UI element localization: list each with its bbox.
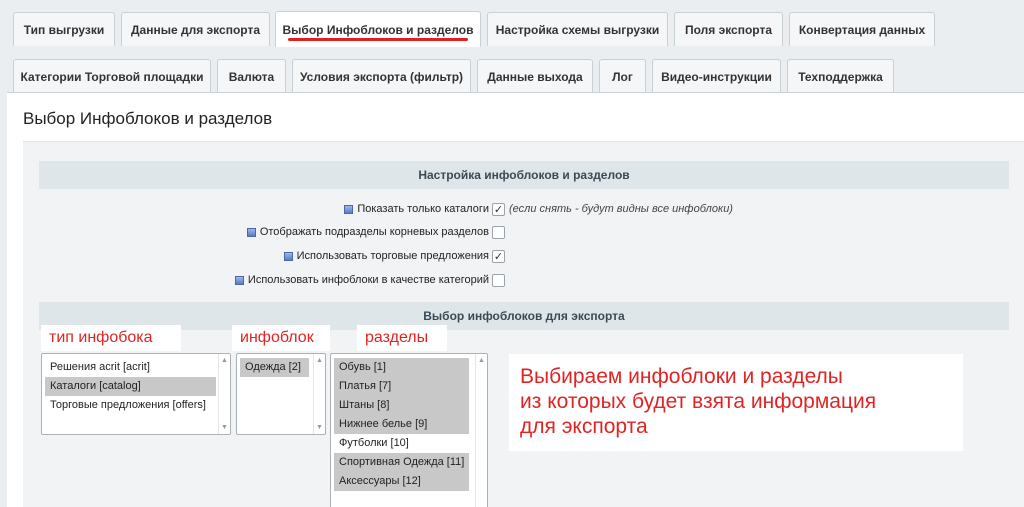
tab-bar-secondary: Категории Торговой площадки Валюта Услов… bbox=[0, 59, 1024, 93]
list-item[interactable]: Каталоги [catalog] bbox=[45, 377, 216, 396]
tab-export-fields[interactable]: Поля экспорта bbox=[674, 12, 783, 46]
tab-log[interactable]: Лог bbox=[599, 59, 646, 93]
settings-area: Настройка инфоблоков и разделов Показать… bbox=[23, 141, 1024, 507]
tab-marketplace-categories[interactable]: Категории Торговой площадки bbox=[13, 59, 211, 93]
iblock-type-listbox[interactable]: Решения acrit [acrit] Каталоги [catalog]… bbox=[41, 353, 231, 435]
tab-label: Тип выгрузки bbox=[23, 22, 105, 37]
annotation-sections: разделы bbox=[357, 325, 447, 351]
option-only-catalogs: Показать только каталоги bbox=[344, 200, 489, 218]
help-icon[interactable] bbox=[234, 275, 244, 285]
tab-label: Категории Торговой площадки bbox=[20, 69, 204, 84]
tab-label: Настройка схемы выгрузки bbox=[495, 22, 660, 37]
option-show-subsections: Отображать подразделы корневых разделов bbox=[246, 223, 489, 241]
scroll-down-icon[interactable]: ▼ bbox=[221, 424, 228, 431]
section-title: Настройка инфоблоков и разделов bbox=[418, 168, 630, 182]
tab-export-type[interactable]: Тип выгрузки bbox=[13, 12, 115, 46]
callout-line: Выбираем инфоблоки и разделы bbox=[520, 365, 843, 388]
tab-currency[interactable]: Валюта bbox=[217, 59, 286, 93]
annotation-iblock: инфоблок bbox=[232, 325, 330, 351]
section-header-iblock-export: Выбор инфоблоков для экспорта bbox=[39, 302, 1009, 330]
section-header-iblock-settings: Настройка инфоблоков и разделов bbox=[39, 161, 1009, 189]
tab-label: Поля экспорта bbox=[684, 22, 773, 37]
scrollbar[interactable]: ▲ ▼ bbox=[218, 354, 230, 434]
tab-label: Данные для экспорта bbox=[131, 22, 260, 37]
tab-output-data[interactable]: Данные выхода bbox=[477, 59, 593, 93]
tab-label: Лог bbox=[612, 69, 633, 84]
instruction-callout: Выбираем инфоблоки и разделы из которых … bbox=[509, 354, 963, 451]
only-catalogs-hint: (если снять - будут видны все инфоблоки) bbox=[509, 203, 733, 215]
sections-listbox[interactable]: Обувь [1] Платья [7] Штаны [8] Нижнее бе… bbox=[330, 353, 488, 507]
iblocks-as-categories-checkbox[interactable] bbox=[492, 274, 505, 287]
tab-iblock-selection[interactable]: Выбор Инфоблоков и разделов bbox=[275, 11, 481, 47]
iblock-listbox[interactable]: Одежда [2] ▲ ▼ bbox=[236, 353, 326, 435]
tab-label: Видео-инструкции bbox=[661, 69, 772, 84]
page-title: Выбор Инфоблоков и разделов bbox=[23, 109, 273, 128]
list-item[interactable]: Одежда [2] bbox=[240, 358, 309, 377]
list-item[interactable]: Футболки [10] bbox=[334, 434, 487, 453]
tab-label: Валюта bbox=[228, 69, 275, 84]
only-catalogs-checkbox[interactable]: ✓ bbox=[492, 203, 505, 216]
section-title: Выбор инфоблоков для экспорта bbox=[423, 309, 625, 323]
tab-video-instructions[interactable]: Видео-инструкции bbox=[652, 59, 781, 93]
tab-export-filter[interactable]: Условия экспорта (фильтр) bbox=[292, 59, 471, 93]
list-item[interactable]: Платья [7] bbox=[334, 377, 469, 396]
option-label: Отображать подразделы корневых разделов bbox=[259, 226, 489, 238]
tab-support[interactable]: Техподдержка bbox=[787, 59, 894, 93]
list-item[interactable]: Нижнее белье [9] bbox=[334, 415, 469, 434]
list-item[interactable]: Решения acrit [acrit] bbox=[45, 358, 230, 377]
active-tab-underline bbox=[288, 38, 468, 41]
help-icon[interactable] bbox=[283, 251, 293, 261]
tab-label: Данные выхода bbox=[487, 69, 583, 84]
list-item[interactable]: Штаны [8] bbox=[334, 396, 469, 415]
scrollbar[interactable]: ▲ ▼ bbox=[313, 354, 325, 434]
callout-line: из которых будет взята информация bbox=[520, 390, 877, 413]
help-icon[interactable] bbox=[246, 227, 256, 237]
tab-export-data[interactable]: Данные для экспорта bbox=[121, 12, 270, 46]
scrollbar[interactable]: ▲ bbox=[475, 354, 487, 507]
show-subsections-checkbox[interactable] bbox=[492, 226, 505, 239]
tab-label: Выбор Инфоблоков и разделов bbox=[282, 22, 474, 37]
tab-label: Конвертация данных bbox=[798, 22, 926, 37]
list-item[interactable]: Аксессуары [12] bbox=[334, 472, 469, 491]
option-iblocks-as-categories: Использовать инфоблоки в качестве катего… bbox=[234, 271, 489, 289]
use-offers-checkbox[interactable]: ✓ bbox=[492, 250, 505, 263]
tab-label: Техподдержка bbox=[798, 69, 883, 84]
tab-export-scheme[interactable]: Настройка схемы выгрузки bbox=[487, 12, 668, 46]
scroll-up-icon[interactable]: ▲ bbox=[316, 357, 323, 364]
scroll-down-icon[interactable]: ▼ bbox=[316, 424, 323, 431]
scroll-up-icon[interactable]: ▲ bbox=[478, 357, 485, 364]
help-icon[interactable] bbox=[344, 204, 354, 214]
option-label: Использовать инфоблоки в качестве катего… bbox=[247, 274, 489, 286]
list-item[interactable]: Обувь [1] bbox=[334, 358, 469, 377]
callout-line: для экспорта bbox=[520, 415, 648, 438]
annotation-iblock-type: тип инфобока bbox=[41, 325, 181, 351]
option-use-offers: Использовать торговые предложения bbox=[283, 247, 489, 265]
option-label: Показать только каталоги bbox=[357, 203, 489, 215]
scroll-up-icon[interactable]: ▲ bbox=[221, 357, 228, 364]
option-label: Использовать торговые предложения bbox=[296, 250, 489, 262]
tab-bar-primary: Тип выгрузки Данные для экспорта Выбор И… bbox=[0, 11, 1024, 47]
tab-data-conversion[interactable]: Конвертация данных bbox=[789, 12, 935, 46]
tab-label: Условия экспорта (фильтр) bbox=[299, 69, 464, 84]
list-item[interactable]: Торговые предложения [offers] bbox=[45, 396, 230, 415]
list-item[interactable]: Спортивная Одежда [11] bbox=[334, 453, 469, 472]
